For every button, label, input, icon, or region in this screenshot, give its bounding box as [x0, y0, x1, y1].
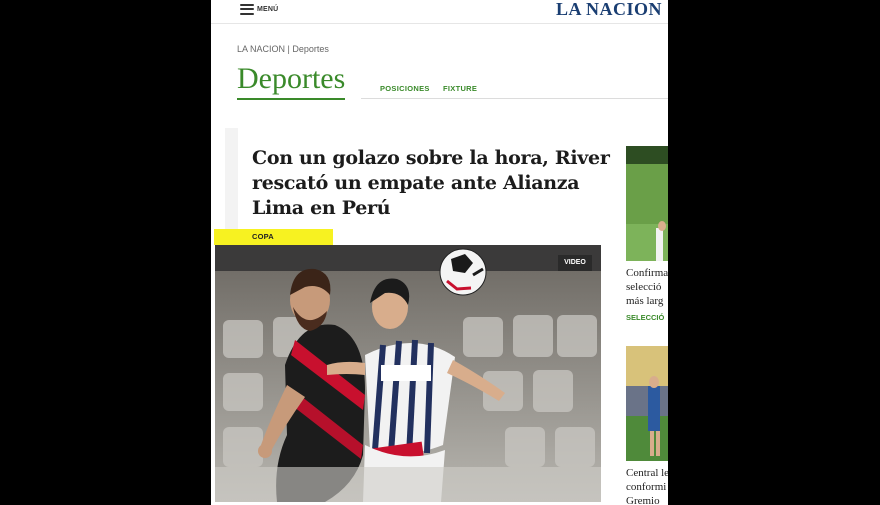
breadcrumb[interactable]: LA NACION | Deportes — [237, 44, 329, 54]
football-photo — [215, 245, 601, 502]
sidebar-card-2-image[interactable] — [626, 346, 668, 461]
menu-label: MENÚ — [257, 5, 279, 13]
soccer-field-photo — [626, 146, 668, 261]
sidebar-card-1-line-3[interactable]: más larg — [626, 294, 668, 308]
section-divider — [361, 98, 668, 99]
sidebar-card-1-category[interactable]: SELECCIÓ — [626, 313, 668, 322]
top-bar: MENÚ LA NACION — [211, 0, 668, 24]
hamburger-icon — [240, 3, 254, 15]
sidebar-card-2-line-1[interactable]: Central le — [626, 466, 668, 480]
article-hero-image[interactable] — [215, 245, 601, 502]
sidebar-card-2-line-3[interactable]: Gremio — [626, 494, 668, 505]
sidebar-card-1-line-1[interactable]: Confirma — [626, 266, 668, 280]
article-headline[interactable]: Con un golazo sobre la hora, River resca… — [252, 146, 612, 221]
stadium-photo — [626, 346, 668, 461]
tab-fixture[interactable]: FIXTURE — [443, 84, 477, 93]
article-gutter — [225, 128, 238, 243]
menu-button[interactable]: MENÚ — [240, 2, 278, 16]
sidebar-card-1-image[interactable] — [626, 146, 668, 261]
site-logo[interactable]: LA NACION — [556, 0, 662, 20]
section-title[interactable]: Deportes — [237, 62, 346, 100]
video-badge[interactable]: VIDEO — [558, 255, 592, 271]
sidebar-card-1-line-2[interactable]: selecció — [626, 280, 668, 294]
category-tag[interactable]: COPA LIBERTADORES — [214, 229, 333, 257]
sidebar-card-2-line-2[interactable]: conformi — [626, 480, 668, 494]
news-page: MENÚ LA NACION LA NACION | Deportes Depo… — [211, 0, 668, 505]
tab-posiciones[interactable]: POSICIONES — [380, 84, 430, 93]
